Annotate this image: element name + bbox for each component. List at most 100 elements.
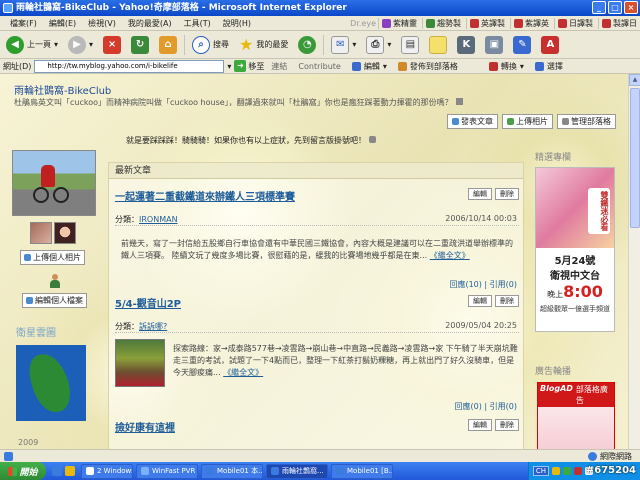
ja-zh-icon (558, 18, 567, 28)
post-date: 2009/05/04 20:25 (445, 321, 517, 330)
vertical-scrollbar[interactable]: ▲ ▼ (628, 74, 640, 462)
ad-day: 5月24號 (554, 256, 596, 267)
upload-avatar-button[interactable]: 上傳個人相片 (20, 250, 85, 265)
menu-edit[interactable]: 編輯(E) (43, 18, 82, 29)
category-link[interactable]: 訴訴哪? (139, 322, 167, 331)
ie-quick-icon[interactable] (52, 466, 62, 476)
edit-small-icon[interactable] (368, 136, 376, 143)
forward-button[interactable]: ▶ ▾ (65, 34, 96, 56)
language-indicator[interactable]: CH (532, 466, 549, 476)
messenger-button[interactable]: K (454, 34, 478, 56)
history-icon: ◔ (298, 35, 317, 54)
start-button[interactable]: 開始 (0, 462, 46, 480)
blogad-banner[interactable]: BlogAD 部落格廣告 (537, 382, 615, 458)
trackback-link[interactable]: 引用(0) (490, 280, 517, 289)
link-purple-elf[interactable]: 紫精靈 (378, 17, 420, 29)
avatar[interactable] (30, 222, 52, 244)
edit-post-button[interactable]: 編輯 (468, 295, 492, 307)
task-winfast[interactable]: WinFast PVR (136, 463, 198, 479)
convert-button[interactable]: 轉換 ▾ (485, 61, 528, 72)
satellite-map[interactable] (16, 345, 86, 421)
post-title-link[interactable]: 撿好康有這裡 (115, 423, 175, 434)
tray-icon[interactable] (574, 467, 582, 475)
edit-profile-button[interactable]: 編輯個人檔案 (22, 293, 87, 308)
post-to-blog-button[interactable]: 發佈到部落格 (394, 61, 462, 72)
edit-post-button[interactable]: 編輯 (468, 419, 492, 431)
minimize-button[interactable]: _ (592, 1, 606, 14)
go-button[interactable]: ➜ 移至 (234, 60, 264, 72)
link-zh-ja[interactable]: 製譯日 (598, 17, 640, 29)
post-title-link[interactable]: 一起運著二重截鐵道來辦鐵人三項標準賽 (115, 192, 295, 203)
edit-small-icon[interactable] (455, 98, 463, 105)
dreye-links: Dr.eye 紫精靈 趨勢製 英譯製 紫譯英 日譯製 製譯日 (350, 17, 640, 29)
tray-icon[interactable] (563, 467, 571, 475)
announcement: 就是要踩踩踩！騎騎騎！如果你也有以上症狀，先到留言版掛號吧！ (126, 135, 376, 146)
task-blog[interactable]: 雨輪社鵲窩... (266, 463, 328, 479)
task-windows[interactable]: 2 Windows... (81, 463, 133, 479)
task-mobile01[interactable]: Mobile01 本... (201, 463, 263, 479)
stop-button[interactable]: × (100, 34, 124, 56)
tv-ad-banner[interactable]: 雙鐵迷必看 5月24號 衛視中文台 晚上8:00 超級觀眾一億選手頻道 (535, 167, 615, 332)
elf-icon (382, 18, 391, 28)
link-trend[interactable]: 趨勢製 (422, 17, 464, 29)
menu-file[interactable]: 檔案(F) (4, 18, 43, 29)
upload-photo-button[interactable]: 上傳相片 (502, 114, 553, 129)
discuss-button[interactable]: ▤ (398, 34, 422, 56)
task-mobile01-b[interactable]: Mobile01 [B... (331, 463, 393, 479)
blog-title[interactable]: 雨輪社鵲窩-BikeClub (14, 82, 111, 97)
history-button[interactable]: ◔ (295, 34, 319, 56)
close-button[interactable]: × (624, 1, 638, 14)
delete-post-button[interactable]: 刪除 (495, 295, 519, 307)
back-button[interactable]: ◀ 上一頁 ▾ (3, 34, 61, 56)
note-button[interactable] (426, 34, 450, 56)
read-more-link[interactable]: 《繼全文》 (223, 368, 263, 377)
post-thumbnail[interactable] (115, 339, 165, 387)
tray-icon[interactable] (552, 467, 560, 475)
menu-tools[interactable]: 工具(T) (178, 18, 217, 29)
maximize-button[interactable]: □ (608, 1, 622, 14)
read-more-link[interactable]: 《繼全文》 (430, 251, 470, 260)
links-label[interactable]: 連結 (267, 61, 291, 72)
photo-icon (507, 118, 514, 125)
security-zone: 網際網路 (588, 451, 640, 462)
home-button[interactable]: ⌂ (156, 34, 180, 56)
print-button[interactable]: ⎙ ▾ (363, 34, 394, 56)
trackback-link[interactable]: 引用(0) (490, 402, 517, 411)
profile-photo[interactable] (12, 150, 96, 216)
link-en-zh[interactable]: 英譯製 (466, 17, 508, 29)
favorites-button[interactable]: ★ 我的最愛 (236, 33, 291, 56)
window-titlebar[interactable]: 雨輪社鵲窩-BikeClub - Yahoo!奇摩部落格 - Microsoft… (0, 0, 640, 16)
scroll-up-arrow[interactable]: ▲ (629, 74, 640, 86)
category-link[interactable]: IRONMAN (139, 215, 178, 224)
window-title: 雨輪社鵲窩-BikeClub - Yahoo!奇摩部落格 - Microsoft… (16, 3, 347, 13)
menu-help[interactable]: 說明(H) (217, 18, 257, 29)
delete-post-button[interactable]: 刪除 (495, 188, 519, 200)
folder-quick-icon[interactable] (65, 466, 75, 476)
link-ja-zh[interactable]: 日譯製 (554, 17, 596, 29)
menu-view[interactable]: 檢視(V) (82, 18, 122, 29)
ie-icon (336, 467, 344, 475)
address-dropdown[interactable]: ▾ (227, 62, 231, 71)
edit-post-button[interactable]: 編輯 (468, 188, 492, 200)
post-article-button[interactable]: 發表文章 (447, 114, 498, 129)
post-title-link[interactable]: 5/4-觀音山2P (115, 299, 181, 310)
comments-link[interactable]: 回應(10) (449, 280, 481, 289)
scroll-thumb[interactable] (630, 88, 640, 228)
ie-icon (3, 3, 13, 13)
mail-button[interactable]: ✉ ▾ (328, 34, 359, 56)
pdf-button[interactable]: A (538, 34, 562, 56)
delete-post-button[interactable]: 刪除 (495, 419, 519, 431)
select-button[interactable]: 選擇 (531, 61, 567, 72)
refresh-button[interactable]: ↻ (128, 34, 152, 56)
menu-favorites[interactable]: 我的最愛(A) (122, 18, 178, 29)
research-button[interactable]: ▣ (482, 34, 506, 56)
avatar[interactable] (54, 222, 76, 244)
comments-link[interactable]: 回應(0) (455, 402, 482, 411)
manage-blog-button[interactable]: 管理部落格 (557, 114, 616, 129)
contribute-edit-button[interactable]: 編輯 ▾ (348, 61, 391, 72)
link-zh-en[interactable]: 紫譯英 (510, 17, 552, 29)
person-icon (50, 274, 60, 288)
search-button[interactable]: ⌕ 搜尋 (189, 34, 232, 56)
address-input[interactable] (34, 59, 225, 73)
edit-page-button[interactable]: ✎ (510, 34, 534, 56)
